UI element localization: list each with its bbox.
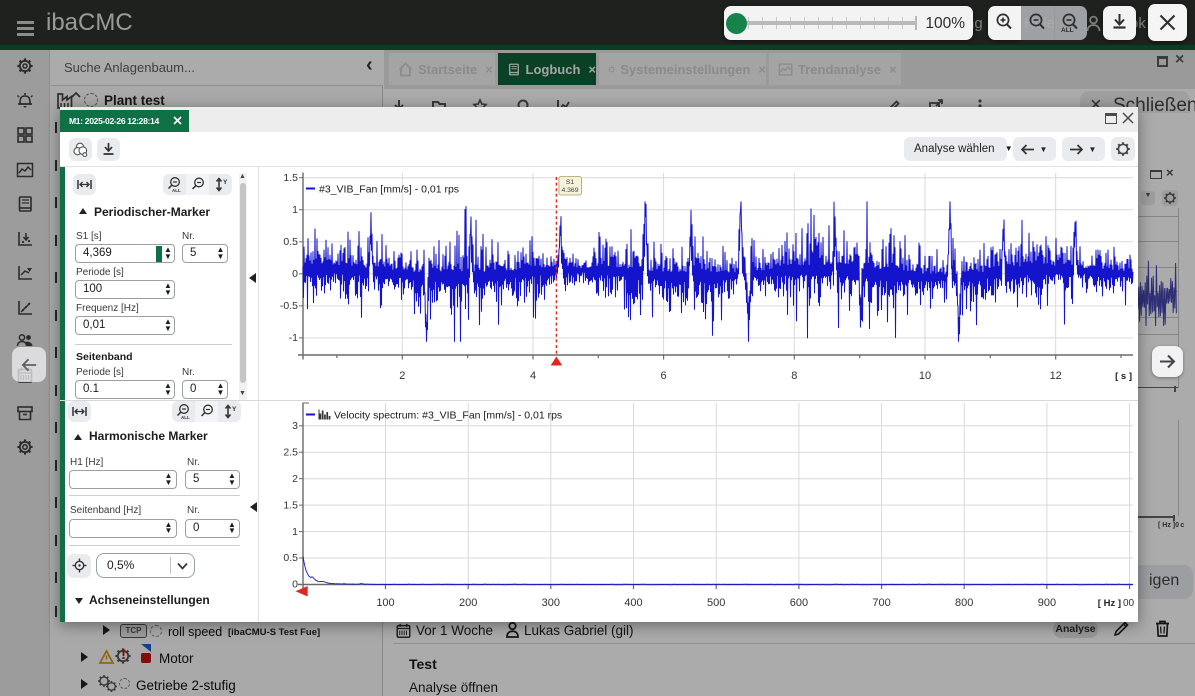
- svg-text:ALL: ALL: [181, 415, 190, 420]
- svg-text:800: 800: [955, 597, 973, 609]
- svg-text:900: 900: [1038, 597, 1056, 609]
- svg-text:1.5: 1.5: [283, 499, 298, 511]
- svg-text:400: 400: [624, 597, 642, 609]
- svg-text:Y: Y: [223, 179, 228, 186]
- svg-text:2: 2: [399, 370, 405, 382]
- svg-text:10: 10: [919, 370, 931, 382]
- svg-text:4.369: 4.369: [561, 187, 578, 194]
- svg-text:6: 6: [661, 370, 667, 382]
- svg-text:2: 2: [292, 473, 298, 485]
- svg-text:1: 1: [292, 204, 298, 216]
- svg-text:Y: Y: [232, 406, 237, 413]
- svg-text:100: 100: [376, 597, 394, 609]
- svg-text:2.5: 2.5: [283, 446, 298, 458]
- svg-text:0: 0: [292, 268, 298, 280]
- svg-text:[ Hz ]: [ Hz ]: [1098, 598, 1121, 609]
- svg-text:1.5: 1.5: [283, 172, 298, 184]
- svg-text:600: 600: [790, 597, 808, 609]
- svg-text:0.5: 0.5: [283, 552, 298, 564]
- svg-text:0: 0: [292, 579, 298, 591]
- svg-text:0.5: 0.5: [283, 236, 298, 248]
- svg-text:ALL: ALL: [172, 188, 181, 193]
- svg-text:8: 8: [791, 370, 797, 382]
- svg-text:700: 700: [872, 597, 890, 609]
- svg-text:12: 12: [1050, 370, 1062, 382]
- svg-text:-0.5: -0.5: [280, 300, 298, 312]
- svg-text:1: 1: [292, 526, 298, 538]
- svg-text:Velocity spectrum: #3_VIB_Fan: Velocity spectrum: #3_VIB_Fan [mm/s] - 0…: [334, 410, 562, 422]
- svg-text:3: 3: [292, 420, 298, 432]
- svg-text:300: 300: [542, 597, 560, 609]
- svg-text:[ s ]: [ s ]: [1115, 371, 1132, 382]
- svg-text:200: 200: [459, 597, 477, 609]
- svg-text:4: 4: [530, 370, 536, 382]
- svg-text:500: 500: [707, 597, 725, 609]
- svg-text:#3_VIB_Fan [mm/s] - 0,01 rps: #3_VIB_Fan [mm/s] - 0,01 rps: [319, 184, 459, 196]
- svg-text:ALL: ALL: [1061, 27, 1074, 34]
- svg-text:00: 00: [1123, 598, 1135, 609]
- svg-text:S1: S1: [566, 179, 575, 186]
- svg-text:-1: -1: [289, 332, 298, 344]
